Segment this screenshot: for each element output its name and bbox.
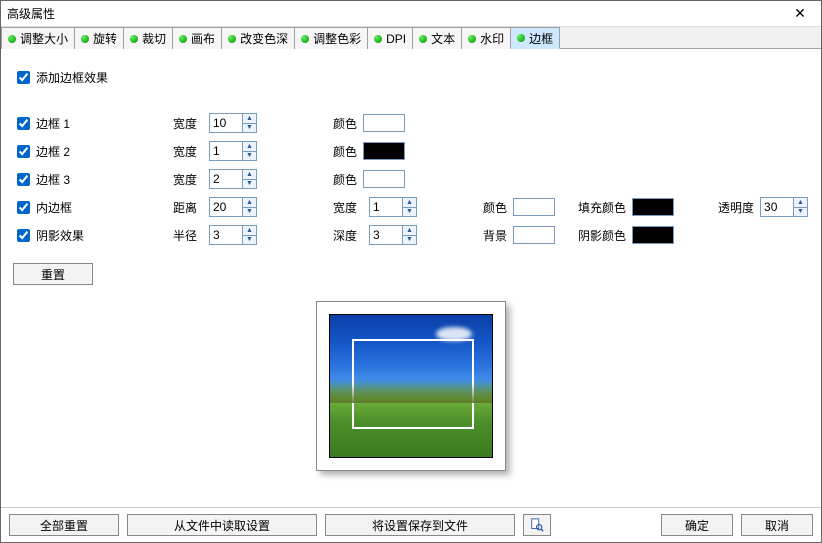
inner-opacity-label: 透明度 [718, 199, 754, 216]
shadow-depth-label: 深度 [333, 227, 369, 244]
inner-opacity-spinner[interactable]: ▲▼ [760, 197, 808, 217]
spinner-down-icon[interactable]: ▼ [794, 208, 807, 217]
spinner-up-icon[interactable]: ▲ [403, 226, 416, 236]
shadow-depth-spinner[interactable]: ▲▼ [369, 225, 417, 245]
shadow-radius-label: 半径 [173, 227, 209, 244]
tab-crop[interactable]: 裁切 [123, 27, 173, 49]
border1-width-label: 宽度 [173, 115, 209, 132]
tab-rotate[interactable]: 旋转 [74, 27, 124, 49]
preview-image [329, 314, 493, 458]
border1-color-label: 颜色 [333, 115, 357, 132]
preview-panel [316, 301, 506, 471]
spinner-up-icon[interactable]: ▲ [243, 226, 256, 236]
spinner-up-icon[interactable]: ▲ [403, 198, 416, 208]
preview-inner-frame [352, 339, 474, 429]
border3-checkbox[interactable]: 边框 3 [13, 170, 173, 189]
spinner-up-icon[interactable]: ▲ [794, 198, 807, 208]
spinner-up-icon[interactable]: ▲ [243, 142, 256, 152]
border1-checkbox[interactable]: 边框 1 [13, 114, 173, 133]
footer: 全部重置 从文件中读取设置 将设置保存到文件 确定 取消 [1, 507, 821, 542]
inner-fill-label: 填充颜色 [578, 199, 626, 216]
border3-width-spinner[interactable]: ▲▼ [209, 169, 257, 189]
border2-width-spinner[interactable]: ▲▼ [209, 141, 257, 161]
dot-icon [301, 35, 309, 43]
dot-icon [130, 35, 138, 43]
save-settings-button[interactable]: 将设置保存到文件 [325, 514, 515, 536]
border2-color-swatch[interactable] [363, 142, 405, 160]
dot-icon [81, 35, 89, 43]
inner-border-checkbox[interactable]: 内边框 [13, 198, 173, 217]
border3-width-label: 宽度 [173, 171, 209, 188]
border2-width-label: 宽度 [173, 143, 209, 160]
shadow-color-swatch[interactable] [632, 226, 674, 244]
preview-zoom-button[interactable] [523, 514, 551, 536]
reset-button[interactable]: 重置 [13, 263, 93, 285]
dot-icon [468, 35, 476, 43]
shadow-bg-swatch[interactable] [513, 226, 555, 244]
inner-color-swatch[interactable] [513, 198, 555, 216]
dot-icon [374, 35, 382, 43]
border3-color-label: 颜色 [333, 171, 357, 188]
spinner-down-icon[interactable]: ▼ [403, 236, 416, 245]
advanced-properties-window: 高级属性 ✕ 调整大小 旋转 裁切 画布 改变色深 调整色彩 DPI 文本 水印… [0, 0, 822, 543]
shadow-color-label: 阴影颜色 [578, 227, 626, 244]
tab-canvas[interactable]: 画布 [172, 27, 222, 49]
shadow-checkbox[interactable]: 阴影效果 [13, 226, 173, 245]
spinner-down-icon[interactable]: ▼ [243, 124, 256, 133]
border3-color-swatch[interactable] [363, 170, 405, 188]
window-title: 高级属性 [7, 5, 785, 22]
titlebar: 高级属性 ✕ [1, 1, 821, 27]
enable-border-checkbox[interactable]: 添加边框效果 [13, 68, 173, 87]
border1-width-spinner[interactable]: ▲▼ [209, 113, 257, 133]
spinner-up-icon[interactable]: ▲ [243, 198, 256, 208]
tab-bar: 调整大小 旋转 裁切 画布 改变色深 调整色彩 DPI 文本 水印 边框 [1, 27, 821, 49]
tab-text[interactable]: 文本 [412, 27, 462, 49]
dot-icon [8, 35, 16, 43]
inner-width-spinner[interactable]: ▲▼ [369, 197, 417, 217]
border1-color-swatch[interactable] [363, 114, 405, 132]
close-button[interactable]: ✕ [785, 4, 815, 24]
spinner-up-icon[interactable]: ▲ [243, 170, 256, 180]
spinner-down-icon[interactable]: ▼ [243, 180, 256, 189]
tab-resize[interactable]: 调整大小 [1, 27, 75, 49]
shadow-bg-label: 背景 [483, 227, 507, 244]
spinner-down-icon[interactable]: ▼ [243, 208, 256, 217]
inner-distance-label: 距离 [173, 199, 209, 216]
tab-dpi[interactable]: DPI [367, 27, 413, 49]
content-area: 添加边框效果 边框 1 宽度 ▲▼ 颜色 [1, 49, 821, 507]
tab-colordepth[interactable]: 改变色深 [221, 27, 295, 49]
spinner-down-icon[interactable]: ▼ [403, 208, 416, 217]
load-settings-button[interactable]: 从文件中读取设置 [127, 514, 317, 536]
dot-icon [179, 35, 187, 43]
tab-border[interactable]: 边框 [510, 27, 560, 49]
dot-icon [517, 34, 525, 42]
border2-checkbox[interactable]: 边框 2 [13, 142, 173, 161]
cancel-button[interactable]: 取消 [741, 514, 813, 536]
inner-width-label: 宽度 [333, 199, 369, 216]
shadow-radius-spinner[interactable]: ▲▼ [209, 225, 257, 245]
spinner-up-icon[interactable]: ▲ [243, 114, 256, 124]
inner-fill-swatch[interactable] [632, 198, 674, 216]
ok-button[interactable]: 确定 [661, 514, 733, 536]
dot-icon [228, 35, 236, 43]
tab-watermark[interactable]: 水印 [461, 27, 511, 49]
spinner-down-icon[interactable]: ▼ [243, 152, 256, 161]
border2-color-label: 颜色 [333, 143, 357, 160]
dot-icon [419, 35, 427, 43]
magnifier-page-icon [530, 518, 544, 532]
inner-color-label: 颜色 [483, 199, 507, 216]
inner-distance-spinner[interactable]: ▲▼ [209, 197, 257, 217]
tab-coloradjust[interactable]: 调整色彩 [294, 27, 368, 49]
spinner-down-icon[interactable]: ▼ [243, 236, 256, 245]
reset-all-button[interactable]: 全部重置 [9, 514, 119, 536]
